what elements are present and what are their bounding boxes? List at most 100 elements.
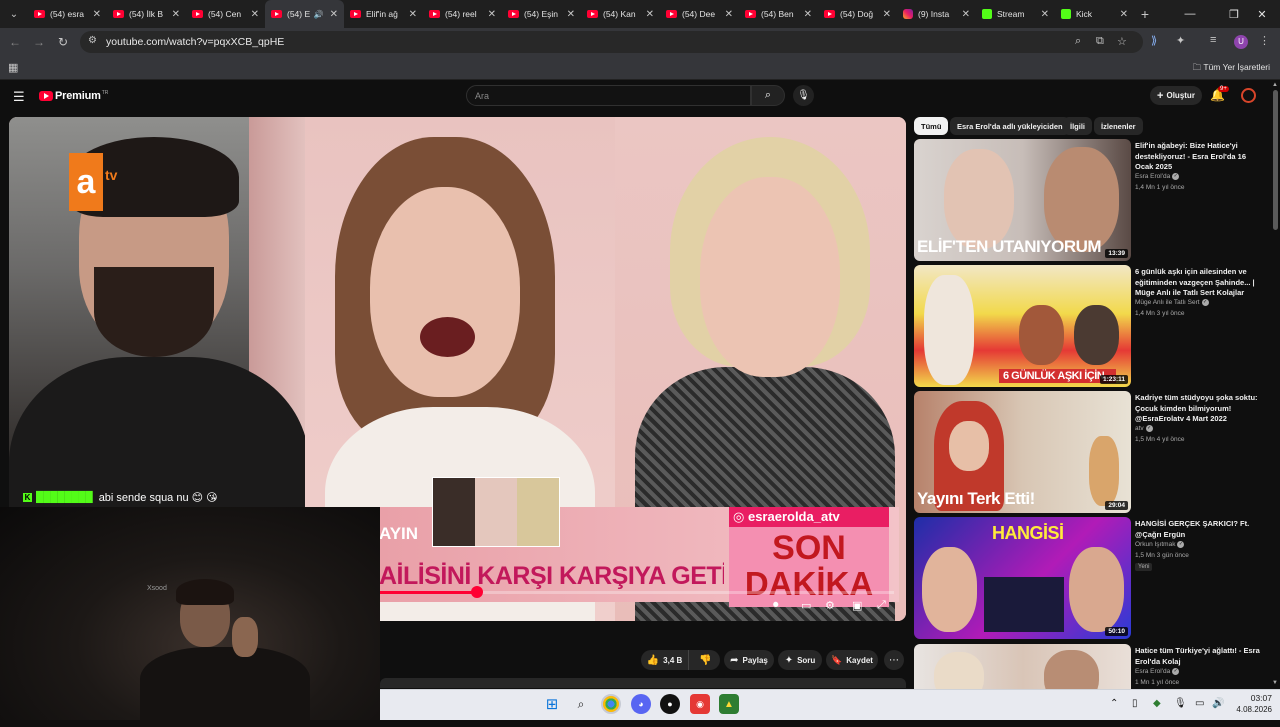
recommendation-item[interactable]: HANGİSİ 50:10 HANGİSİ GERÇEK ŞARKICI? Ft… <box>914 517 1264 639</box>
browser-tab[interactable]: (54) Eşin ✕ <box>502 0 581 28</box>
obs-taskbar-icon[interactable]: ● <box>660 694 680 714</box>
video-thumbnail[interactable]: HANGİSİ 50:10 <box>914 517 1131 639</box>
more-actions-button[interactable]: ⋯ <box>884 650 904 670</box>
apps-grid-icon[interactable]: ▦ <box>8 61 18 74</box>
chip-all[interactable]: Tümü <box>914 117 949 135</box>
close-tab-icon[interactable]: ✕ <box>488 9 496 20</box>
browser-tab[interactable]: (54) esra ✕ <box>28 0 107 28</box>
close-tab-icon[interactable]: ✕ <box>567 9 575 20</box>
browser-tab[interactable]: (9) Insta ✕ <box>897 0 976 28</box>
app2-taskbar-icon[interactable]: ▲ <box>719 694 739 714</box>
browser-tab[interactable]: (54) reel ✕ <box>423 0 502 28</box>
browser-tab[interactable]: (54) E 🔊 ✕ <box>265 0 344 28</box>
browser-tab[interactable]: Stream ✕ <box>976 0 1055 28</box>
close-tab-icon[interactable]: ✕ <box>93 9 101 20</box>
profile-avatar[interactable]: U <box>1234 35 1248 49</box>
scroll-up-arrow-icon[interactable]: ▲ <box>1272 82 1278 88</box>
tray-app-icon[interactable]: ◆ <box>1153 698 1161 709</box>
forward-icon[interactable]: → <box>30 33 48 51</box>
video-thumbnail[interactable]: Yayını Terk Etti! 29:04 <box>914 391 1131 513</box>
close-tab-icon[interactable]: ✕ <box>1120 9 1128 20</box>
save-button[interactable]: 🔖 Kaydet <box>826 650 878 670</box>
settings-gear-icon[interactable]: ⚙ <box>825 599 835 612</box>
clock-date[interactable]: 4.08.2026 <box>1226 705 1272 714</box>
browser-tab[interactable]: (54) Ben ✕ <box>739 0 818 28</box>
video-title[interactable]: Kadriye tüm stüdyoyu şoka soktu: Çocuk k… <box>1135 393 1261 425</box>
browser-tab[interactable]: (54) Kan ✕ <box>581 0 660 28</box>
url-text[interactable]: youtube.com/watch?v=pqxXCB_qpHE <box>106 36 284 48</box>
extension-icon[interactable]: ⟫ <box>1151 34 1157 47</box>
omnibox[interactable]: ⚙ youtube.com/watch?v=pqxXCB_qpHE ⌕ ⧉ ☆ <box>80 31 1143 53</box>
tray-network-icon[interactable]: ▭ <box>1195 698 1204 709</box>
close-tab-icon[interactable]: ✕ <box>1041 9 1049 20</box>
share-button[interactable]: ➦ Paylaş <box>724 650 774 670</box>
site-info-icon[interactable]: ⚙ <box>88 35 97 46</box>
channel-name[interactable]: Esra Erol'da ✓ <box>1135 173 1180 180</box>
channel-name[interactable]: atv ✓ <box>1135 425 1153 432</box>
search-button[interactable]: ⌕ <box>751 85 785 106</box>
video-title[interactable]: Elif'in ağabeyi: Bize Hatice'yi destekli… <box>1135 141 1261 173</box>
close-tab-icon[interactable]: ✕ <box>409 9 417 20</box>
windows-start-icon[interactable]: ⊞ <box>542 694 562 714</box>
tab-list-icon[interactable]: ≡ <box>1210 34 1216 46</box>
channel-name[interactable]: Esra Erol'da ✓ <box>1135 668 1180 675</box>
close-tab-icon[interactable]: ✕ <box>251 9 259 20</box>
clock-time[interactable]: 03:07 <box>1232 693 1272 703</box>
browser-tab[interactable]: (54) Dee ✕ <box>660 0 739 28</box>
browser-menu-icon[interactable]: ⋮ <box>1259 34 1270 47</box>
close-tab-icon[interactable]: ✕ <box>646 9 654 20</box>
voice-search-button[interactable]: 🎙 <box>793 85 814 106</box>
channel-name[interactable]: Müge Anlı ile Tatlı Sert ✓ <box>1135 299 1209 306</box>
tray-battery-icon[interactable]: ▯ <box>1132 698 1138 709</box>
scrollbar-thumb[interactable] <box>1273 90 1278 230</box>
close-tab-icon[interactable]: ✕ <box>330 9 338 20</box>
tray-volume-icon[interactable]: 🔊 <box>1212 698 1224 709</box>
video-thumbnail[interactable]: 6 GÜNLÜK AŞKI İÇİN... 1:23:11 <box>914 265 1131 387</box>
create-button[interactable]: + Oluştur <box>1150 86 1202 105</box>
install-app-icon[interactable]: ⧉ <box>1096 35 1104 48</box>
new-tab-button[interactable]: + <box>1134 6 1156 22</box>
close-window-icon[interactable]: ✕ <box>1244 0 1280 28</box>
progress-bar[interactable] <box>379 591 894 594</box>
chip-from-uploader[interactable]: Esra Erol'da adlı yükleyiciden <box>950 117 1070 135</box>
dislike-button[interactable]: 👎 <box>691 650 720 670</box>
scroll-down-arrow-icon[interactable]: ▼ <box>1272 680 1278 686</box>
browser-tab[interactable]: (54) Doğ ✕ <box>818 0 897 28</box>
tab-audio-icon[interactable]: 🔊 <box>314 10 324 19</box>
youtube-premium-logo[interactable]: Premium TR <box>39 90 108 102</box>
hamburger-menu-icon[interactable]: ☰ <box>13 89 25 105</box>
discord-taskbar-icon[interactable]: ◕ <box>631 694 651 714</box>
all-bookmarks-link[interactable]: 🗀 Tüm Yer İşaretleri <box>1193 62 1270 76</box>
close-tab-icon[interactable]: ✕ <box>725 9 733 20</box>
search-input[interactable] <box>475 91 735 101</box>
chip-watched[interactable]: İzlenenler <box>1094 117 1143 135</box>
close-tab-icon[interactable]: ✕ <box>962 9 970 20</box>
ask-button[interactable]: ✦ Soru <box>778 650 822 670</box>
close-tab-icon[interactable]: ✕ <box>883 9 891 20</box>
chrome-taskbar-icon[interactable] <box>601 694 621 714</box>
like-button[interactable]: 👍 3,4 B <box>641 650 689 670</box>
browser-tab[interactable]: Elif'in ağ ✕ <box>344 0 423 28</box>
subtitles-icon[interactable]: ▭ <box>801 599 811 612</box>
tray-mic-icon[interactable]: 🎙 <box>1174 698 1187 709</box>
video-title[interactable]: HANGİSİ GERÇEK ŞARKICI? Ft. @Çağrı Ergün <box>1135 519 1261 540</box>
account-avatar[interactable] <box>1241 88 1256 103</box>
app-taskbar-icon[interactable]: ◉ <box>690 694 710 714</box>
reload-icon[interactable]: ↻ <box>54 33 72 51</box>
fullscreen-icon[interactable]: ⤢ <box>877 599 886 612</box>
taskbar-search-icon[interactable]: ⌕ <box>571 694 591 714</box>
video-thumbnail[interactable] <box>914 644 1131 689</box>
back-icon[interactable]: ← <box>6 33 24 51</box>
video-title[interactable]: Hatice tüm Türkiye'yi ağlattı! - Esra Er… <box>1135 646 1261 667</box>
recommendation-item[interactable]: 6 GÜNLÜK AŞKI İÇİN... 1:23:11 6 günlük a… <box>914 265 1264 387</box>
tray-overflow-icon[interactable]: ⌃ <box>1110 698 1118 709</box>
miniplayer-icon[interactable]: ▣ <box>852 599 862 612</box>
extensions-puzzle-icon[interactable]: ✦ <box>1176 34 1185 47</box>
bookmark-star-icon[interactable]: ☆ <box>1117 35 1127 48</box>
close-tab-icon[interactable]: ✕ <box>172 9 180 20</box>
zoom-icon[interactable]: ⌕ <box>1075 35 1081 48</box>
minimize-icon[interactable]: — <box>1172 0 1208 28</box>
progress-scrubber[interactable] <box>471 586 483 598</box>
video-thumbnail[interactable]: ELİF'TEN UTANIYORUM 13:39 <box>914 139 1131 261</box>
channel-name[interactable]: Orkun Işıtmak ✓ <box>1135 541 1185 548</box>
